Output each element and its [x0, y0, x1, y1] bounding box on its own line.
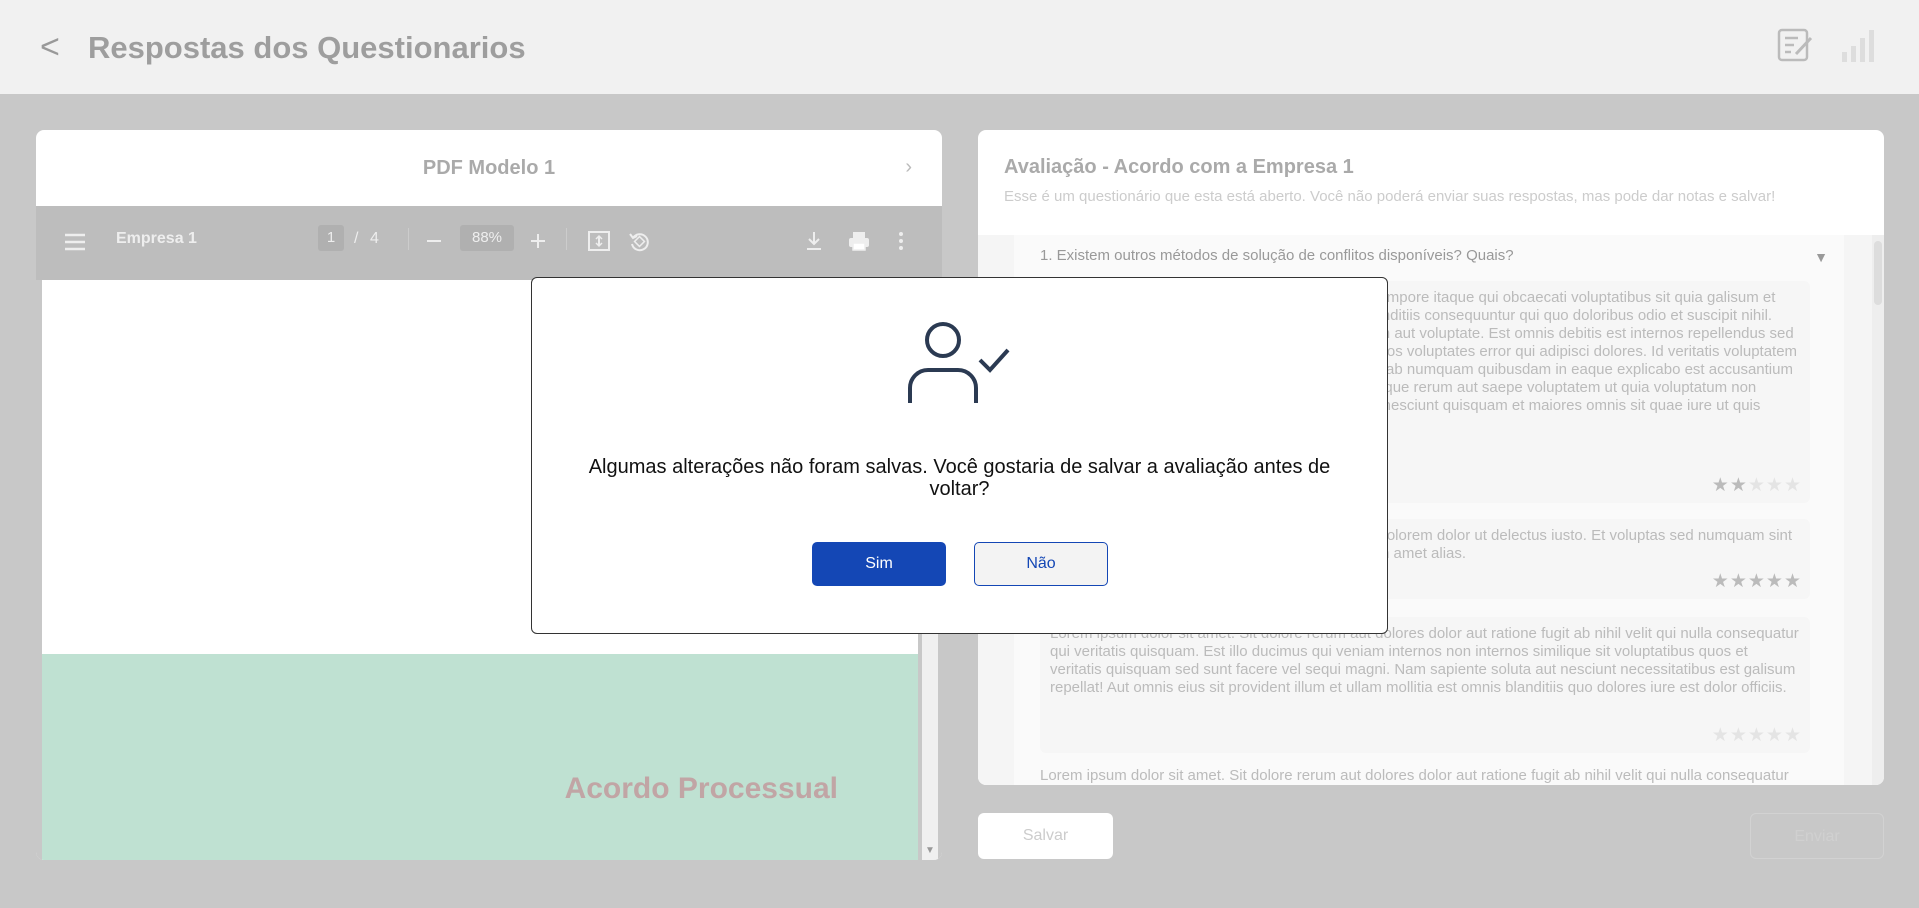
scroll-down-icon[interactable]: ▼ [925, 845, 935, 856]
pdf-next-button[interactable]: › [905, 156, 912, 179]
unsaved-changes-dialog: Algumas alterações não foram salvas. Voc… [531, 277, 1388, 634]
back-button[interactable]: < [40, 30, 60, 64]
save-button[interactable]: Salvar [978, 813, 1113, 859]
scrollbar-thumb[interactable] [1874, 241, 1882, 305]
zoom-out-icon[interactable] [426, 233, 442, 249]
user-check-icon [908, 322, 1010, 403]
star-icon[interactable]: ★ [1784, 725, 1802, 746]
total-pages: 4 [370, 230, 379, 247]
star-icon[interactable]: ★ [1730, 475, 1748, 496]
zoom-level[interactable]: 88% [460, 225, 514, 251]
toolbar-divider [408, 228, 409, 250]
yes-button[interactable]: Sim [812, 542, 946, 586]
star-icon[interactable]: ★ [1766, 475, 1784, 496]
star-icon[interactable]: ★ [1712, 571, 1730, 592]
page-number-input[interactable]: 1 [318, 225, 344, 251]
send-button[interactable]: Enviar [1750, 813, 1884, 859]
download-icon[interactable] [804, 230, 824, 252]
star-icon[interactable]: ★ [1748, 475, 1766, 496]
fit-page-icon[interactable] [588, 230, 610, 252]
evaluation-title: Avaliação - Acordo com a Empresa 1 [1004, 156, 1354, 178]
app-header: < Respostas dos Questionarios [0, 0, 1919, 94]
page: < Respostas dos Questionarios PDF Modelo… [0, 0, 1919, 908]
toolbar-divider [566, 228, 567, 250]
rotate-icon[interactable] [628, 230, 650, 252]
pdf-title: PDF Modelo 1 [422, 157, 556, 179]
star-icon[interactable]: ★ [1748, 725, 1766, 746]
page-separator: / [354, 230, 359, 247]
star-rating[interactable]: ★★★★★ [1712, 570, 1802, 593]
star-icon[interactable]: ★ [1748, 571, 1766, 592]
star-rating[interactable]: ★★★★★ [1712, 724, 1802, 747]
star-icon[interactable]: ★ [1730, 571, 1748, 592]
evaluation-subtitle: Esse é um questionário que esta está abe… [1004, 188, 1776, 205]
star-icon[interactable]: ★ [1766, 571, 1784, 592]
answer-card: Lorem ipsum dolor sit amet. Sit dolore r… [1040, 617, 1810, 753]
star-icon[interactable]: ★ [1784, 475, 1802, 496]
dialog-message: Algumas alterações não foram salvas. Voc… [588, 456, 1331, 500]
print-icon[interactable] [848, 230, 870, 252]
answer-text: Lorem ipsum dolor sit amet. Sit dolore r… [1040, 767, 1789, 784]
star-icon[interactable]: ★ [1766, 725, 1784, 746]
star-icon[interactable]: ★ [1784, 571, 1802, 592]
questions-scrollbar[interactable] [1872, 235, 1884, 785]
menu-icon[interactable] [64, 232, 86, 252]
page-title: Respostas dos Questionarios [88, 30, 526, 65]
edit-note-icon[interactable] [1776, 26, 1814, 64]
star-icon[interactable]: ★ [1712, 475, 1730, 496]
star-icon[interactable]: ★ [1730, 725, 1748, 746]
collapse-arrow-icon[interactable]: ▼ [1814, 249, 1828, 265]
bar-chart-icon[interactable] [1838, 26, 1876, 64]
question-label: 1. Existem outros métodos de solução de … [1040, 247, 1514, 264]
pdf-cover-band: Acordo Processual [42, 654, 918, 860]
pdf-document-name: Empresa 1 [116, 230, 197, 247]
star-icon[interactable]: ★ [1712, 725, 1730, 746]
pdf-toolbar: Empresa 1 1 / 4 88% [36, 206, 942, 280]
more-options-icon[interactable] [898, 230, 904, 252]
star-rating[interactable]: ★★★★★ [1712, 474, 1802, 497]
zoom-in-icon[interactable] [530, 233, 546, 249]
no-button[interactable]: Não [974, 542, 1108, 586]
pdf-page-heading: Acordo Processual [564, 772, 838, 805]
